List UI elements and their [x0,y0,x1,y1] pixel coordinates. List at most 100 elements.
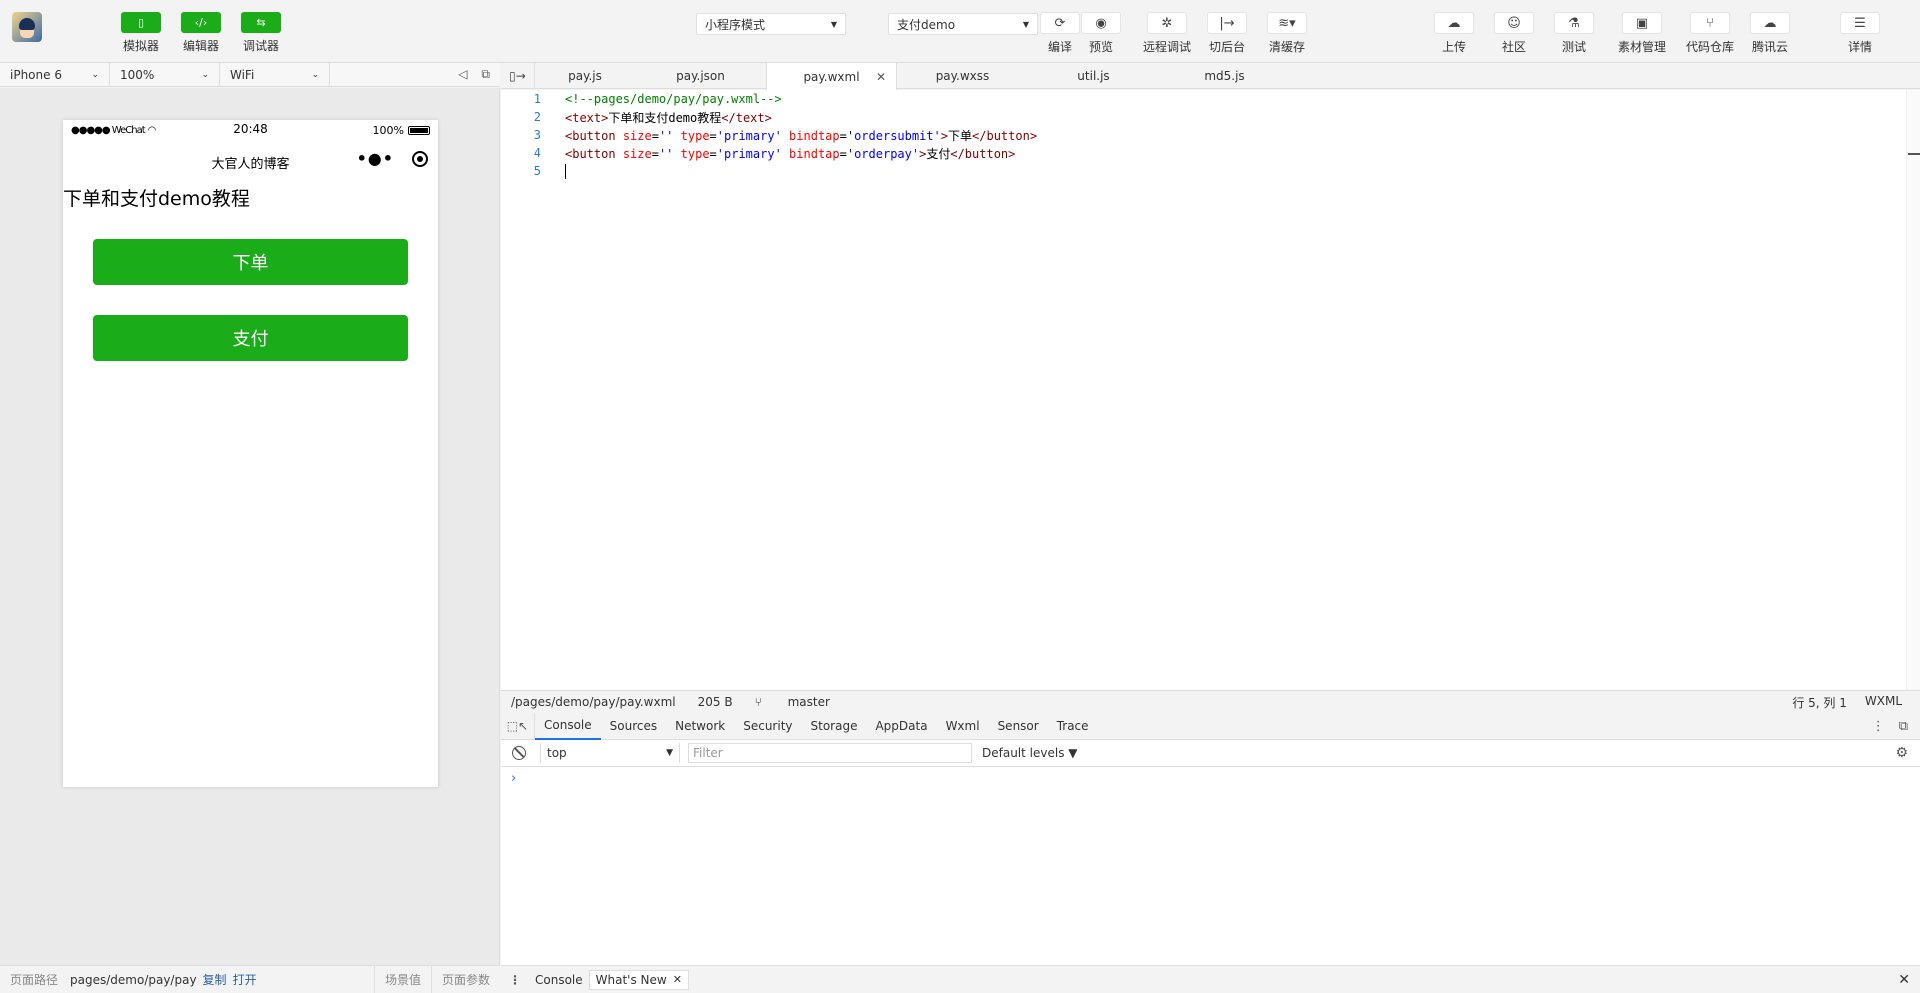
clear-cache-button[interactable]: ≋▾ 清缓存 [1267,12,1307,55]
code-icon: ‹/› [181,12,221,33]
tencent-cloud-label: 腾讯云 [1751,40,1788,54]
project-select[interactable]: 支付demo ▼ [888,13,1038,35]
community-button[interactable]: ☺ 社区 [1494,12,1534,55]
tab-console[interactable]: Console [535,713,601,740]
copy-path-link[interactable]: 复制 [203,971,227,988]
top-toolbar: ▯ 模拟器 ‹/› 编辑器 ⇆ 调试器 小程序模式 ▼ 支付demo ▼ ⟳ 编… [0,0,1920,63]
code-token: = [839,146,847,161]
more-icon[interactable]: •●• [357,149,394,168]
test-button[interactable]: ⚗ 测试 [1554,12,1594,55]
preview-button[interactable]: ◉ 预览 [1081,12,1121,55]
drawer-tab-console[interactable]: Console [529,970,589,990]
more-vertical-icon[interactable]: ⋮ [1872,719,1885,734]
mode-select[interactable]: 小程序模式 ▼ [696,13,846,35]
tab-md5-js[interactable]: md5.js [1159,63,1290,89]
zoom-select[interactable]: 100% ⌄ [110,62,220,87]
overview-ruler-mark [1908,153,1920,155]
drawer-tab-whats-new[interactable]: What's New ✕ [588,969,689,990]
compile-label: 编译 [1047,40,1072,54]
remote-debug-button[interactable]: ✲ 远程调试 [1143,12,1191,55]
tab-sources[interactable]: Sources [601,713,666,740]
scene-value-button[interactable]: 场景值 [373,966,431,993]
close-tab-icon[interactable]: ✕ [673,973,682,986]
tab-pay-wxss[interactable]: pay.wxss [897,63,1028,89]
debugger-toggle[interactable]: ⇆ 调试器 [241,12,281,54]
code-token: '' [658,128,674,143]
tab-security[interactable]: Security [734,713,801,740]
open-path-link[interactable]: 打开 [233,971,257,988]
code-token: = [709,146,717,161]
order-button[interactable]: 下单 [93,239,408,285]
split-editor-icon[interactable]: ▯→ [501,63,535,89]
code-token: 'orderpay' [846,146,920,161]
assets-button[interactable]: ▣ 素材管理 [1618,12,1666,55]
tab-network[interactable]: Network [666,713,734,740]
console-output[interactable]: › [501,767,1920,965]
gear-icon[interactable]: ⚙ [1895,745,1908,761]
assets-label: 素材管理 [1618,40,1667,54]
tab-label: Wxml [945,719,980,733]
tab-util-js[interactable]: util.js [1028,63,1159,89]
drawer-menu-icon[interactable]: ⋮ [501,973,529,987]
close-mini-program-icon[interactable] [412,150,428,167]
devtools-tab-bar: ⬚↖ Console Sources Network Security Stor… [501,712,1920,740]
preview-label: 预览 [1088,40,1113,54]
chevron-down-icon: ⌄ [201,69,209,80]
details-button[interactable]: ☰ 详情 [1840,12,1880,55]
tab-pay-json[interactable]: pay.json [635,63,766,89]
caret-down-icon: ▼ [830,19,837,29]
page-params-button[interactable]: 页面参数 [430,966,500,993]
tencent-cloud-button[interactable]: ☁ 腾讯云 [1750,12,1790,55]
inspect-element-icon[interactable]: ⬚↖ [501,712,535,740]
git-branch[interactable]: ⑂ master [755,695,852,709]
context-select[interactable]: top ▼ [540,743,680,763]
background-button[interactable]: |→ 切后台 [1207,12,1247,55]
popout-icon[interactable]: ⧉ [481,67,490,82]
volume-icon[interactable]: ◁ [458,67,467,82]
log-levels-select[interactable]: Default levels ▼ [982,746,1078,760]
upload-label: 上传 [1441,40,1466,54]
simulator-label: 模拟器 [122,39,159,53]
device-select[interactable]: iPhone 6 ⌄ [0,62,110,87]
undock-icon[interactable]: ⧉ [1899,719,1908,734]
chevron-down-icon: ⌄ [91,69,99,80]
code-editor[interactable]: 1 <!--pages/demo/pay/pay.wxml--> 2 <text… [501,90,1920,690]
editor-toggle[interactable]: ‹/› 编辑器 [181,12,221,54]
console-prompt: › [511,771,517,786]
close-drawer-icon[interactable]: ✕ [1898,972,1910,988]
line-number: 4 [533,146,541,160]
cursor-position[interactable]: 行 5, 列 1 [1792,694,1847,711]
code-token: 下单 [948,128,973,143]
line-number: 3 [533,128,541,142]
tab-wxml[interactable]: Wxml [937,713,989,740]
simulator-toggle[interactable]: ▯ 模拟器 [121,12,161,54]
tab-pay-wxml[interactable]: pay.wxml ✕ [766,63,897,90]
close-tab-icon[interactable]: ✕ [876,70,886,84]
battery-icon [408,125,430,135]
tab-pay-js[interactable]: pay.js [535,63,635,89]
code-line: 3 <button size='' type='primary' bindtap… [501,126,1920,144]
upload-button[interactable]: ☁ 上传 [1434,12,1474,55]
tab-label: Console [544,718,592,732]
tab-trace[interactable]: Trace [1048,713,1098,740]
eye-icon: ◉ [1081,12,1121,34]
phone-icon: ▯ [121,12,161,33]
tab-label: Trace [1056,719,1089,733]
menu-icon: ☰ [1840,12,1880,34]
tab-appdata[interactable]: AppData [866,713,936,740]
clear-console-icon[interactable] [512,746,526,760]
pay-button[interactable]: 支付 [93,315,408,361]
user-avatar[interactable] [12,12,42,42]
code-token: 支付 [926,146,951,161]
network-select[interactable]: WiFi ⌄ [220,62,330,87]
editor-scrollbar[interactable] [1906,90,1920,690]
repo-button[interactable]: ⑂ 代码仓库 [1686,12,1734,55]
compile-button[interactable]: ⟳ 编译 [1040,12,1080,55]
tab-storage[interactable]: Storage [802,713,867,740]
tab-sensor[interactable]: Sensor [989,713,1048,740]
context-value: top [547,746,567,760]
language-mode[interactable]: WXML [1865,694,1902,711]
phone-screen: ●●●●● WeChat ◠ 20:48 100% 大官人的博客 •●• 下单和… [63,120,438,787]
code-token: <button [565,146,616,161]
filter-input[interactable]: Filter [688,743,972,763]
